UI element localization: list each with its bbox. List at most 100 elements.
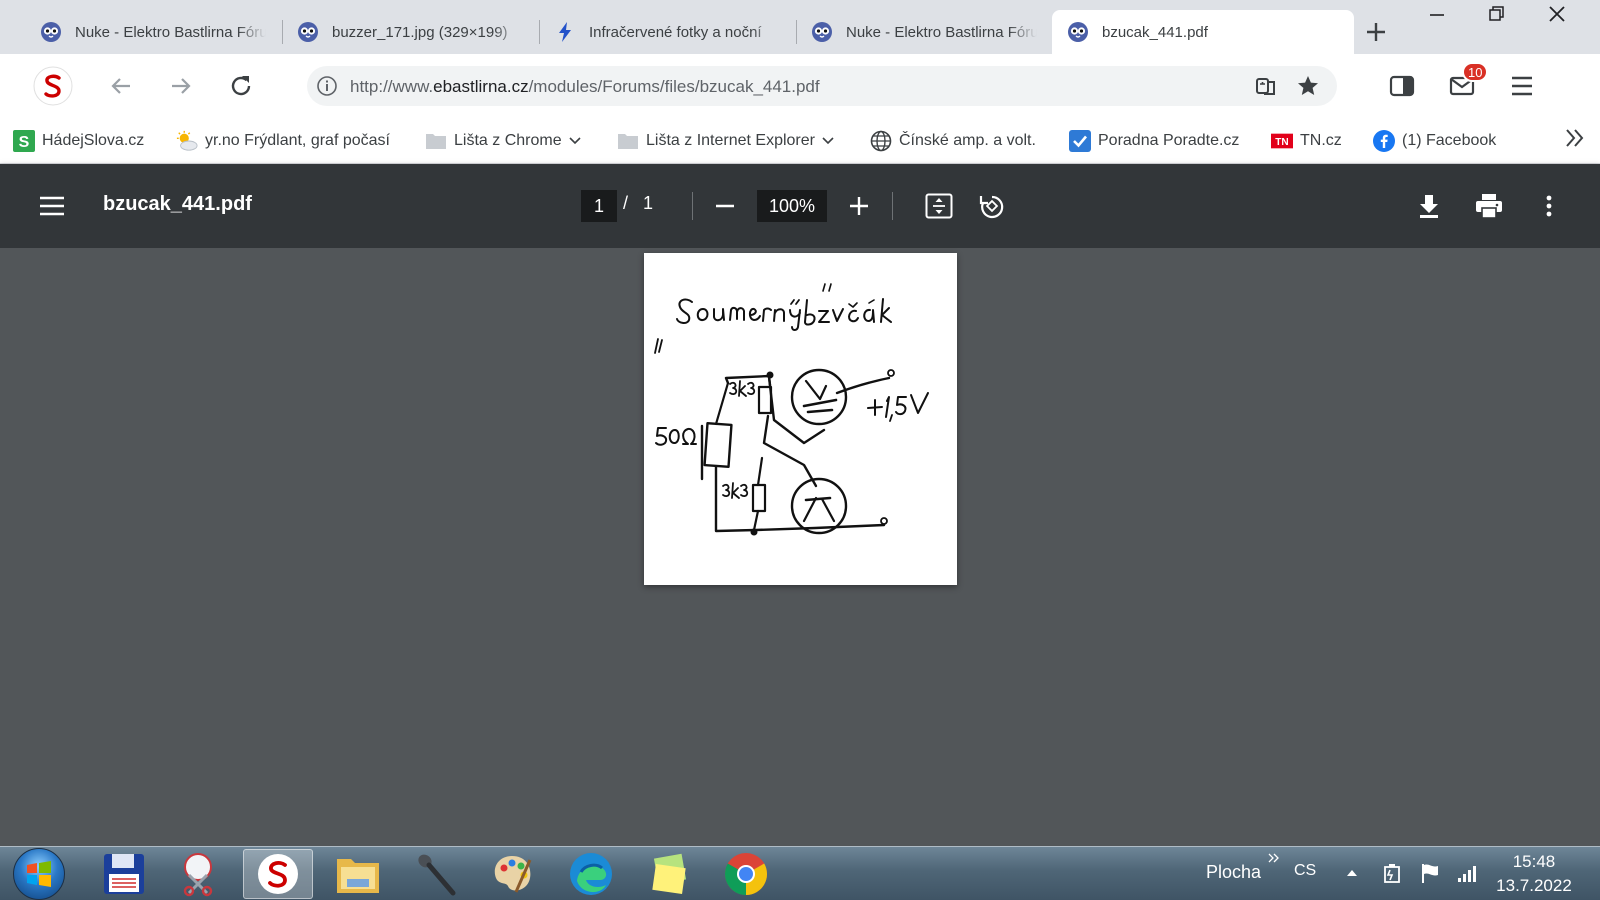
bookmark-yr-weather[interactable]: yr.no Frýdlant, graf počasí: [176, 129, 390, 153]
seznam-s-icon: [33, 66, 73, 106]
chevron-down-icon: [822, 137, 834, 145]
tab-title: Infračervené fotky a noční: [589, 23, 762, 41]
more-vertical-icon: [1546, 195, 1552, 217]
zoom-out-button[interactable]: [705, 186, 745, 226]
taskbar-edge[interactable]: [556, 849, 626, 899]
system-clock[interactable]: 15:48 13.7.2022: [1484, 850, 1584, 898]
print-button[interactable]: [1469, 186, 1509, 226]
reload-icon: [231, 76, 251, 96]
taskbar-snipping-tool[interactable]: [165, 849, 235, 899]
tab-infrared-photos[interactable]: Infračervené fotky a noční: [539, 10, 792, 54]
bookmark-facebook[interactable]: (1) Facebook: [1373, 129, 1496, 153]
paint-palette-icon: [494, 856, 532, 893]
toolbar-divider: [892, 192, 893, 220]
bookmark-folder-ie[interactable]: Lišta z Internet Explorer: [617, 129, 834, 153]
windows-taskbar: Plocha CS 15:48 13.7.2022: [0, 846, 1600, 900]
taskbar-file-explorer[interactable]: [323, 849, 393, 899]
checkbox-icon: [1069, 130, 1091, 152]
url-prefix: http://www.: [350, 77, 434, 96]
tab-bzucak-pdf[interactable]: bzucak_441.pdf: [1052, 10, 1354, 54]
fit-to-page-button[interactable]: [919, 186, 959, 226]
windows-logo-icon: [27, 861, 51, 887]
back-button[interactable]: [101, 66, 141, 106]
bookmark-chinese-amp[interactable]: Čínské amp. a volt.: [870, 129, 1036, 153]
minus-icon: [716, 204, 734, 208]
scissors-icon: [183, 853, 213, 897]
tab-title: Nuke - Elektro Bastlirna Fórum: [75, 23, 266, 41]
bookmark-label: Lišta z Chrome: [454, 132, 562, 149]
battery-power-icon[interactable]: [1381, 862, 1403, 884]
download-icon: [1420, 195, 1438, 218]
zoom-level-input[interactable]: 100%: [757, 190, 827, 222]
browser-menu-button[interactable]: [1502, 66, 1542, 106]
microphone-icon: [418, 854, 456, 896]
bookmark-tn[interactable]: TN TN.cz: [1271, 129, 1342, 153]
double-chevron-right-icon[interactable]: [1266, 850, 1282, 866]
language-indicator[interactable]: CS: [1294, 862, 1316, 880]
bookmark-poradna[interactable]: Poradna Poradte.cz: [1069, 129, 1239, 153]
bookmark-label: TN.cz: [1300, 132, 1342, 149]
restore-icon: [1489, 6, 1504, 21]
action-center-flag-icon[interactable]: [1419, 862, 1441, 884]
handwritten-circuit-scan: [654, 283, 929, 536]
arrow-right-icon: [172, 78, 191, 94]
start-button[interactable]: [13, 848, 65, 900]
download-button[interactable]: [1409, 186, 1449, 226]
taskbar-paint[interactable]: [478, 849, 548, 899]
edge-browser-icon: [570, 853, 612, 895]
chevron-down-icon: [569, 137, 581, 145]
bookmark-star-icon[interactable]: [1296, 74, 1320, 98]
close-window-button[interactable]: [1528, 0, 1586, 28]
page-total: 1: [643, 193, 654, 213]
tab-nuke-forum-2[interactable]: Nuke - Elektro Bastlirna Fórum: [796, 10, 1049, 54]
tab-buzzer-image[interactable]: buzzer_171.jpg (329×199): [282, 10, 534, 54]
pdf-more-options-button[interactable]: [1529, 186, 1569, 226]
minimize-icon: [1430, 14, 1444, 16]
lightning-icon: [553, 20, 577, 44]
bookmarks-bar: S HádejSlova.cz yr.no Frýdlant, graf poč…: [0, 117, 1600, 164]
globe-icon: [870, 130, 892, 152]
network-signal-icon[interactable]: [1456, 862, 1478, 884]
desktop-toolbar-label[interactable]: Plocha: [1206, 862, 1261, 883]
new-tab-button[interactable]: [1362, 18, 1390, 46]
pdf-menu-button[interactable]: [32, 186, 72, 226]
url-text[interactable]: http://www.ebastlirna.cz/modules/Forums/…: [350, 77, 820, 97]
svg-text:TN: TN: [1275, 137, 1288, 148]
url-host: ebastlirna.cz: [433, 77, 529, 96]
taskbar-sticky-notes[interactable]: [634, 849, 704, 899]
profile-button[interactable]: [31, 64, 75, 108]
owl-site-icon: [39, 20, 63, 44]
arrow-left-icon: [111, 78, 130, 94]
minimize-button[interactable]: [1408, 0, 1466, 28]
side-panel-button[interactable]: [1382, 66, 1422, 106]
taskbar-save-app[interactable]: [89, 849, 159, 899]
seznam-s-icon: [258, 854, 298, 894]
reload-button[interactable]: [221, 66, 261, 106]
page-separator: /: [623, 193, 629, 213]
bookmark-folder-chrome[interactable]: Lišta z Chrome: [425, 129, 581, 153]
restore-button[interactable]: [1468, 0, 1526, 28]
rotate-button[interactable]: [972, 186, 1012, 226]
taskbar-microphone-app[interactable]: [401, 849, 471, 899]
show-hidden-icons-button[interactable]: [1341, 862, 1363, 884]
tab-nuke-forum-1[interactable]: Nuke - Elektro Bastlirna Fórum: [25, 10, 278, 54]
chrome-browser-icon: [724, 853, 768, 895]
more-bookmarks-button[interactable]: [1563, 126, 1587, 150]
zoom-in-button[interactable]: [839, 186, 879, 226]
triangle-up-icon: [1347, 870, 1357, 876]
sticky-notes-icon: [652, 853, 687, 894]
page-number-input[interactable]: 1: [581, 190, 617, 222]
bookmark-label: Čínské amp. a volt.: [899, 132, 1036, 149]
taskbar-chrome[interactable]: [711, 849, 781, 899]
forward-button[interactable]: [161, 66, 201, 106]
taskbar-seznam-browser[interactable]: [243, 849, 313, 899]
printer-icon: [1476, 194, 1502, 219]
tab-title: Nuke - Elektro Bastlirna Fórum: [846, 23, 1037, 41]
info-icon[interactable]: [315, 74, 339, 98]
translate-icon[interactable]: [1254, 74, 1278, 98]
bookmark-hadejslova[interactable]: S HádejSlova.cz: [13, 129, 144, 153]
address-bar[interactable]: http://www.ebastlirna.cz/modules/Forums/…: [307, 66, 1337, 106]
bookmark-label: HádejSlova.cz: [42, 132, 145, 149]
facebook-icon: [1373, 130, 1395, 152]
folder-icon: [337, 859, 379, 893]
